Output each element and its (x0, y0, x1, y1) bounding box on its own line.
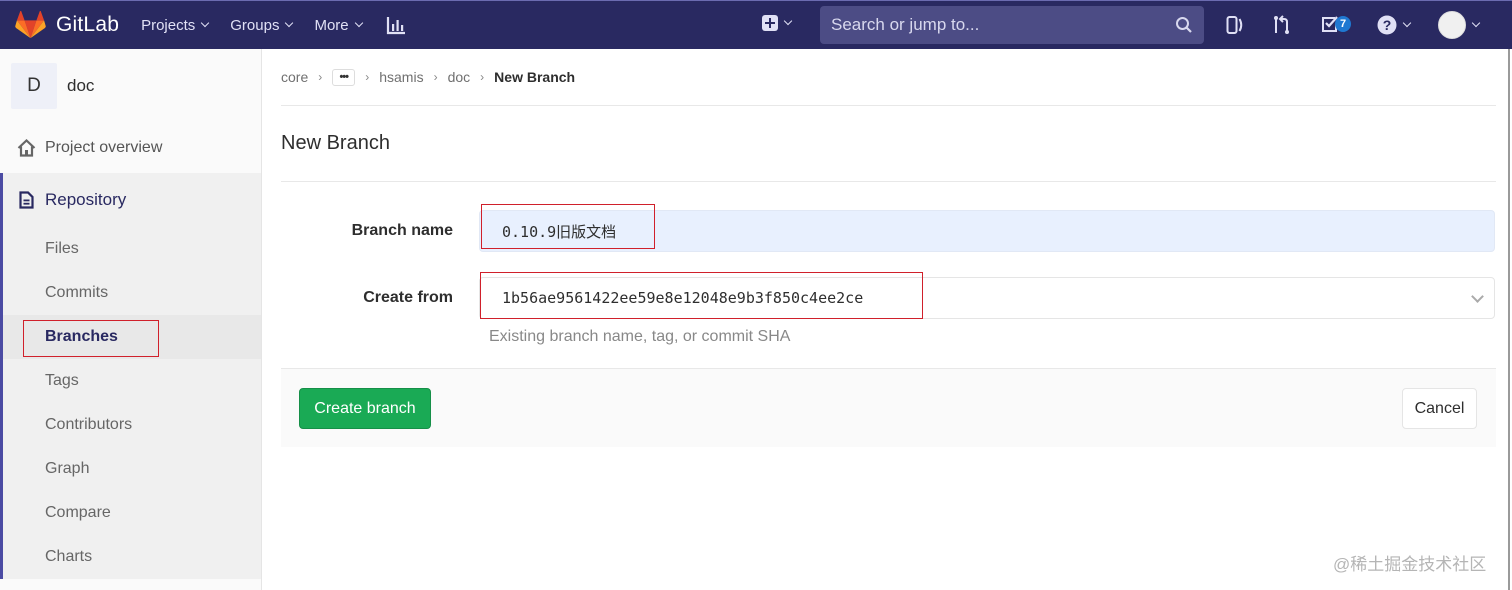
breadcrumb-item[interactable]: doc (448, 69, 471, 85)
create-branch-button[interactable]: Create branch (299, 388, 431, 429)
search-input[interactable] (820, 15, 1175, 35)
sidebar-item-label: Repository (45, 190, 127, 209)
plus-square-icon (762, 15, 778, 31)
merge-request-icon[interactable] (1272, 15, 1292, 35)
search-icon (1176, 17, 1192, 33)
chevron-right-icon: › (365, 70, 370, 84)
sidebar-item-charts[interactable]: Charts (3, 535, 261, 579)
branch-name-row: Branch name 0.10.9旧版文档 (281, 210, 1496, 252)
breadcrumb-item[interactable]: core (281, 69, 308, 85)
project-header[interactable]: D doc (0, 49, 261, 123)
activity-chart-icon[interactable] (386, 15, 408, 35)
sidebar-repository-group: Repository Files Commits Branches Tags C… (0, 173, 261, 579)
create-from-row: Create from 1b56ae9561422ee59e8e12048e9b… (281, 277, 1496, 319)
document-icon (16, 190, 36, 210)
nav-more[interactable]: More (314, 16, 363, 34)
chevron-down-icon (354, 18, 363, 28)
question-circle-icon: ? (1377, 15, 1397, 35)
tanuki-icon (15, 11, 46, 39)
create-from-label: Create from (363, 289, 453, 306)
chevron-down-icon (1471, 290, 1484, 303)
search-box[interactable] (820, 6, 1204, 44)
watermark: @稀土掘金技术社区 (1333, 555, 1487, 574)
nav-groups[interactable]: Groups (230, 16, 294, 34)
main-content: core › ••• › hsamis › doc › New Branch N… (281, 49, 1496, 447)
top-navbar: GitLab Projects Groups More Search or ju… (0, 0, 1512, 49)
sidebar-item-files[interactable]: Files (3, 227, 261, 271)
sidebar-item-compare[interactable]: Compare (3, 491, 261, 535)
chevron-right-icon: › (318, 70, 323, 84)
project-name: doc (67, 76, 95, 95)
branch-name-label: Branch name (351, 222, 453, 239)
project-avatar: D (11, 63, 57, 109)
sidebar-item-tags[interactable]: Tags (3, 359, 261, 403)
todos-count-badge: 7 (1335, 16, 1352, 32)
user-menu[interactable] (1438, 11, 1481, 39)
sidebar-item-branches[interactable]: Branches (3, 315, 261, 359)
chevron-down-icon (285, 18, 294, 28)
chevron-down-icon (201, 18, 210, 28)
project-sidebar: D doc Project overview Repository Files (0, 49, 262, 590)
sidebar-toggle-icon[interactable] (1226, 15, 1244, 35)
breadcrumb-expand-button[interactable]: ••• (332, 68, 356, 86)
nav-projects[interactable]: Projects (141, 16, 210, 34)
home-icon (16, 138, 36, 158)
todos-button[interactable]: 7 (1321, 15, 1352, 33)
nav-more-label: More (314, 16, 349, 34)
breadcrumb: core › ••• › hsamis › doc › New Branch (281, 49, 1496, 106)
svg-text:?: ? (1383, 17, 1392, 33)
cancel-button[interactable]: Cancel (1402, 388, 1477, 429)
user-avatar (1438, 11, 1466, 39)
nav-projects-label: Projects (141, 16, 196, 34)
chevron-down-icon (783, 16, 793, 26)
breadcrumb-current[interactable]: New Branch (494, 69, 575, 85)
sidebar-item-project-overview[interactable]: Project overview (0, 123, 261, 173)
breadcrumb-item[interactable]: hsamis (379, 69, 423, 85)
page-title: New Branch (281, 106, 1496, 182)
chevron-down-icon (1471, 18, 1481, 28)
sidebar-item-commits[interactable]: Commits (3, 271, 261, 315)
chevron-right-icon: › (433, 70, 438, 84)
help-dropdown[interactable]: ? (1377, 15, 1412, 35)
create-from-help: Existing branch name, tag, or commit SHA (489, 328, 791, 345)
sidebar-item-graph[interactable]: Graph (3, 447, 261, 491)
chevron-right-icon: › (480, 70, 485, 84)
brand-name: GitLab (56, 13, 120, 36)
create-from-select[interactable]: 1b56ae9561422ee59e8e12048e9b3f850c4ee2ce (479, 277, 1495, 319)
form-actions: Create branch Cancel (281, 368, 1496, 447)
branch-name-input[interactable]: 0.10.9旧版文档 (479, 210, 1495, 252)
create-from-value: 1b56ae9561422ee59e8e12048e9b3f850c4ee2ce (502, 289, 864, 307)
chevron-down-icon (1402, 18, 1412, 28)
sidebar-item-contributors[interactable]: Contributors (3, 403, 261, 447)
nav-groups-label: Groups (230, 16, 280, 34)
window-edge (1508, 49, 1510, 590)
sidebar-item-repository[interactable]: Repository (3, 173, 261, 227)
new-dropdown-button[interactable] (762, 15, 793, 31)
sidebar-item-label: Project overview (45, 139, 163, 156)
gitlab-logo[interactable]: GitLab (15, 1, 119, 49)
